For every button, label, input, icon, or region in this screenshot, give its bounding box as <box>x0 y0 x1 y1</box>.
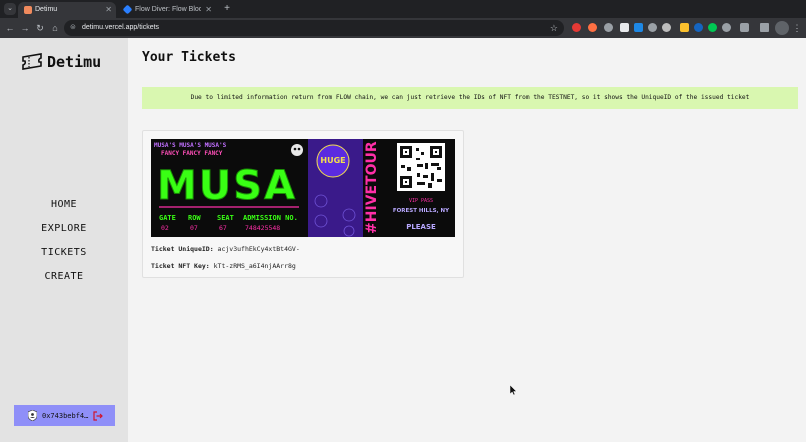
address-bar[interactable]: ⊜ detimu.vercel.app/tickets ☆ <box>64 20 564 36</box>
ticket-vertical-text: #HIVETOUR <box>364 141 380 234</box>
logout-icon[interactable] <box>93 410 104 421</box>
extension-dark-blue-icon[interactable] <box>694 23 703 32</box>
new-tab-plus-icon[interactable]: + <box>220 2 234 16</box>
reload-icon[interactable]: ↻ <box>33 21 47 35</box>
extension-shield-icon[interactable] <box>620 23 629 32</box>
extensions-menu-icon[interactable] <box>740 23 749 32</box>
browser-toolbar: ← → ↻ ⌂ ⊜ detimu.vercel.app/tickets ☆ ⋮ <box>0 18 806 38</box>
page-title: Your Tickets <box>142 50 236 65</box>
sidebar: Detimu HOME EXPLORE TICKETS CREATE 0x743… <box>0 38 128 442</box>
nav-home[interactable]: HOME <box>0 193 128 217</box>
ticket-label-admission: ADMISSION NO. <box>243 214 298 222</box>
flow-diver-favicon-icon <box>122 4 133 15</box>
ticket-nft-key: Ticket NFT Key: kTt-zRMS_a6I4njAArr8g <box>151 262 296 270</box>
extension-light-icon[interactable] <box>662 23 671 32</box>
site-info-icon[interactable]: ⊜ <box>70 20 76 36</box>
ticket-label-seat: SEAT <box>217 214 234 222</box>
nft-key-value: kTt-zRMS_a6I4njAArr8g <box>213 262 296 270</box>
ticket-card[interactable]: MUSA'S MUSA'S MUSA'S FANCY FANCY FANCY M… <box>142 130 464 278</box>
tab-flow-diver[interactable]: Flow Diver: Flow Blockchain ✕ <box>118 2 216 18</box>
ticket-header-text: MUSA'S MUSA'S MUSA'S <box>154 142 227 149</box>
forward-arrow-icon[interactable]: → <box>18 21 32 35</box>
side-panel-icon[interactable] <box>760 23 769 32</box>
extension-green-icon[interactable] <box>708 23 717 32</box>
wallet-button[interactable]: 0x743bebf4… <box>14 405 115 426</box>
wallet-address: 0x743bebf4… <box>42 411 89 420</box>
ticket-image: MUSA'S MUSA'S MUSA'S FANCY FANCY FANCY M… <box>151 139 455 237</box>
nav-tickets[interactable]: TICKETS <box>0 241 128 265</box>
user-shield-icon <box>28 410 37 421</box>
unique-id-value: acjv3ufhEkCy4xtBt4GV- <box>217 245 300 253</box>
bookmark-star-icon[interactable]: ☆ <box>550 20 558 36</box>
ticket-value-row: 07 <box>190 224 198 232</box>
extension-grey-icon[interactable] <box>648 23 657 32</box>
ticket-unique-id: Ticket UniqueID: acjv3ufhEkCy4xtBt4GV- <box>151 245 300 253</box>
ticket-big-text: MUSA <box>157 163 297 209</box>
skull-icon <box>291 144 303 156</box>
close-tab-icon[interactable]: ✕ <box>205 2 212 18</box>
url-text: detimu.vercel.app/tickets <box>82 24 160 31</box>
brand-name: Detimu <box>47 53 102 71</box>
ticket-please-text: PLEASE <box>406 223 436 231</box>
screen: ⌄ Detimu ✕ Flow Diver: Flow Blockchain ✕… <box>0 0 806 442</box>
extension-yellow-icon[interactable] <box>680 23 689 32</box>
ticket-label-row: ROW <box>188 214 201 222</box>
ticket-logo-icon <box>22 53 42 70</box>
mouse-pointer-icon <box>510 385 517 395</box>
ticket-value-seat: 67 <box>219 224 227 232</box>
ticket-artwork: MUSA'S MUSA'S MUSA'S FANCY FANCY FANCY M… <box>151 139 455 237</box>
tab-title: Flow Diver: Flow Blockchain <box>135 6 201 13</box>
tab-detimu[interactable]: Detimu ✕ <box>18 2 116 18</box>
unique-id-label: Ticket UniqueID: <box>151 245 214 253</box>
extension-puzzle-icon[interactable] <box>722 23 731 32</box>
ticket-sub-text: FANCY FANCY FANCY <box>161 150 223 157</box>
extension-red-icon[interactable] <box>572 23 581 32</box>
extension-blue-icon[interactable] <box>634 23 643 32</box>
extension-orange-icon[interactable] <box>588 23 597 32</box>
main-content: Your Tickets Due to limited information … <box>128 38 806 442</box>
detimu-favicon-icon <box>24 6 32 14</box>
nav-explore[interactable]: EXPLORE <box>0 217 128 241</box>
brand-logo[interactable]: Detimu <box>22 50 101 74</box>
close-tab-icon[interactable]: ✕ <box>105 2 112 18</box>
ticket-value-admission: 748425548 <box>245 224 280 232</box>
tab-title: Detimu <box>35 6 58 13</box>
sidebar-nav: HOME EXPLORE TICKETS CREATE <box>0 193 128 289</box>
extension-gear-icon[interactable] <box>604 23 613 32</box>
ticket-location-text: FOREST HILLS, NY <box>393 208 450 214</box>
browser-tabstrip: ⌄ Detimu ✕ Flow Diver: Flow Blockchain ✕… <box>0 0 806 18</box>
ticket-value-gate: 02 <box>161 224 169 232</box>
profile-avatar-icon[interactable] <box>775 21 789 35</box>
nft-key-label: Ticket NFT Key: <box>151 262 210 270</box>
ticket-badge-text: HUGE <box>320 156 345 165</box>
nav-create[interactable]: CREATE <box>0 265 128 289</box>
back-arrow-icon[interactable]: ← <box>3 21 17 35</box>
home-icon[interactable]: ⌂ <box>48 21 62 35</box>
tab-search-icon[interactable]: ⌄ <box>4 3 16 15</box>
page: Detimu HOME EXPLORE TICKETS CREATE 0x743… <box>0 38 806 442</box>
testnet-notice: Due to limited information return from F… <box>142 87 798 109</box>
ticket-vip-text: VIP PASS <box>409 198 433 204</box>
chrome-menu-icon[interactable]: ⋮ <box>792 21 802 35</box>
ticket-label-gate: GATE <box>159 214 176 222</box>
